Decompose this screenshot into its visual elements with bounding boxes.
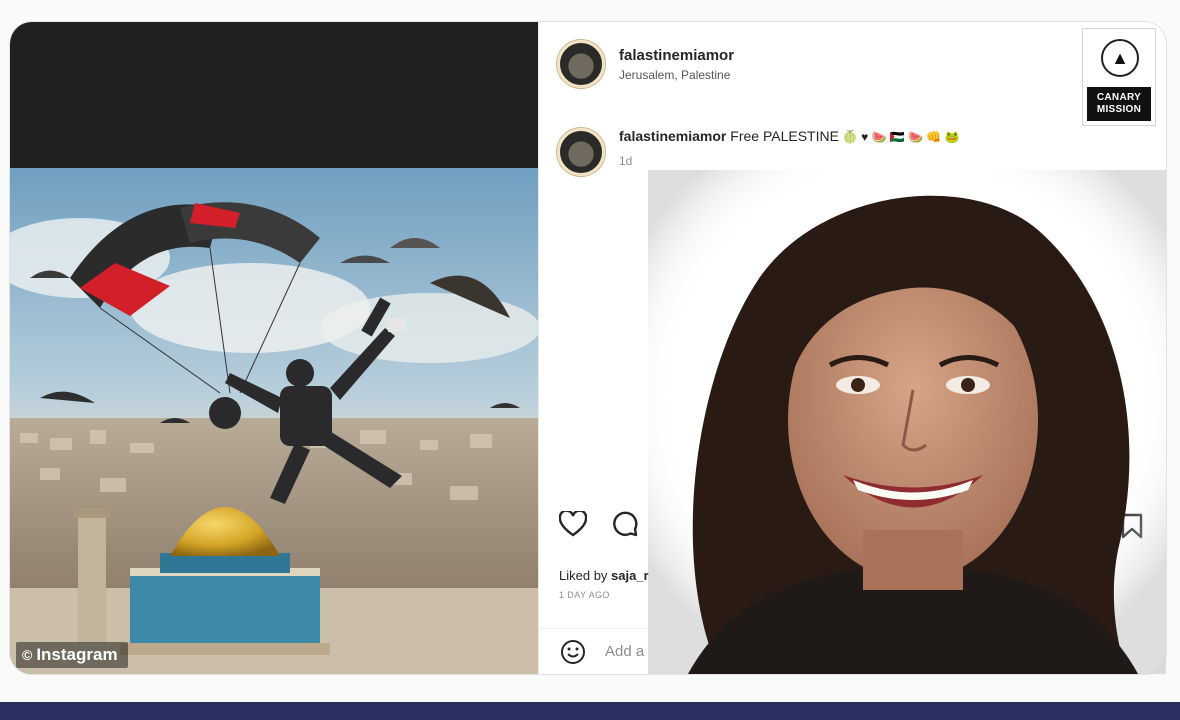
canary-line2: MISSION (1096, 104, 1142, 115)
caption-emojis: 🍈 ♥ 🍉 🇵🇸 🍉 👊 🐸 (842, 130, 960, 144)
canary-bird-icon: ▲ (1101, 39, 1139, 77)
caption-row: falastinemiamor Free PALESTINE 🍈 ♥ 🍉 🇵🇸 … (557, 128, 960, 176)
post-header-text: falastinemiamor Jerusalem, Palestine (619, 47, 734, 82)
heart-icon[interactable] (557, 508, 589, 540)
instagram-icon: © (22, 647, 33, 663)
post-header: falastinemiamor Jerusalem, Palestine (557, 40, 734, 88)
image-top-dark-band (10, 22, 538, 168)
comment-icon[interactable] (609, 508, 641, 540)
liked-by-user[interactable]: saja_r (611, 568, 649, 583)
caption-text: falastinemiamor Free PALESTINE 🍈 ♥ 🍉 🇵🇸 … (619, 128, 960, 144)
post-date: 1 DAY AGO (559, 590, 610, 600)
portrait-image (648, 170, 1166, 674)
post-image-panel: © Instagram (10, 22, 538, 674)
avatar[interactable] (557, 40, 605, 88)
caption-time-ago: 1d (619, 154, 633, 168)
caption-avatar[interactable] (557, 128, 605, 176)
smiley-icon[interactable] (557, 636, 589, 668)
instagram-watermark: © Instagram (16, 642, 128, 668)
post-location[interactable]: Jerusalem, Palestine (619, 68, 734, 82)
liked-by-text: Liked by saja_r (559, 568, 649, 583)
liked-by-prefix: Liked by (559, 568, 608, 583)
bottom-accent-bar (0, 702, 1180, 720)
caption-body: falastinemiamor Free PALESTINE 🍈 ♥ 🍉 🇵🇸 … (619, 128, 960, 176)
post-username[interactable]: falastinemiamor (619, 47, 734, 64)
woman-portrait-overlay (648, 170, 1166, 674)
canary-line1: CANARY (1096, 92, 1142, 103)
screenshot-canvas: © Instagram falastinemiamor Jerusalem, P… (0, 0, 1180, 720)
watermark-text: Instagram (36, 645, 118, 664)
paraglider-jerusalem-illustration (10, 168, 538, 674)
canary-logo-label: CANARY MISSION (1087, 87, 1151, 121)
canary-mission-logo: ▲ CANARY MISSION (1082, 28, 1156, 126)
post-photo (10, 168, 538, 674)
caption-username[interactable]: falastinemiamor (619, 128, 726, 144)
caption-message: Free PALESTINE (730, 128, 839, 144)
post-actions (557, 508, 641, 540)
